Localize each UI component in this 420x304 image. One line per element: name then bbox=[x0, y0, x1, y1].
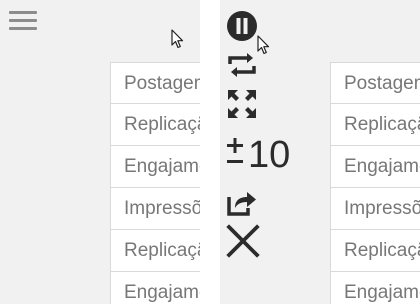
table-row[interactable]: Engajamento bbox=[330, 146, 420, 188]
fullscreen-icon[interactable] bbox=[226, 88, 258, 120]
table-row[interactable]: Postagem bbox=[110, 62, 200, 104]
table-row[interactable]: Replicação bbox=[110, 104, 200, 146]
table-row[interactable]: Engajamento bbox=[110, 272, 200, 304]
left-panel: Postagem Replicação Engajamento Impressõ… bbox=[0, 0, 200, 304]
table-row[interactable]: Impressões bbox=[330, 188, 420, 230]
table-row[interactable]: Replicação bbox=[330, 104, 420, 146]
table-row[interactable]: Impressões bbox=[110, 188, 200, 230]
menu-icon[interactable] bbox=[9, 9, 37, 33]
repeat-icon[interactable] bbox=[226, 52, 258, 78]
table-row[interactable]: Engajamento bbox=[330, 272, 420, 304]
table-row[interactable]: Replicação bbox=[110, 230, 200, 272]
close-icon[interactable] bbox=[226, 224, 260, 258]
right-panel: Postagem Replicação Engajamento Impressõ… bbox=[220, 0, 420, 304]
table-row[interactable]: Engajamento bbox=[110, 146, 200, 188]
table-row[interactable]: Postagem bbox=[330, 62, 420, 104]
mouse-cursor-icon bbox=[171, 29, 184, 49]
data-table: Postagem Replicação Engajamento Impressõ… bbox=[110, 62, 200, 304]
step-value-label: 10 bbox=[248, 134, 291, 176]
share-icon[interactable] bbox=[226, 188, 258, 216]
mouse-cursor-icon bbox=[257, 35, 270, 55]
data-table: Postagem Replicação Engajamento Impressõ… bbox=[330, 62, 420, 304]
table-row[interactable]: Replicação bbox=[330, 230, 420, 272]
plus-minus-icon[interactable] bbox=[226, 138, 244, 168]
pause-icon[interactable] bbox=[226, 10, 258, 42]
